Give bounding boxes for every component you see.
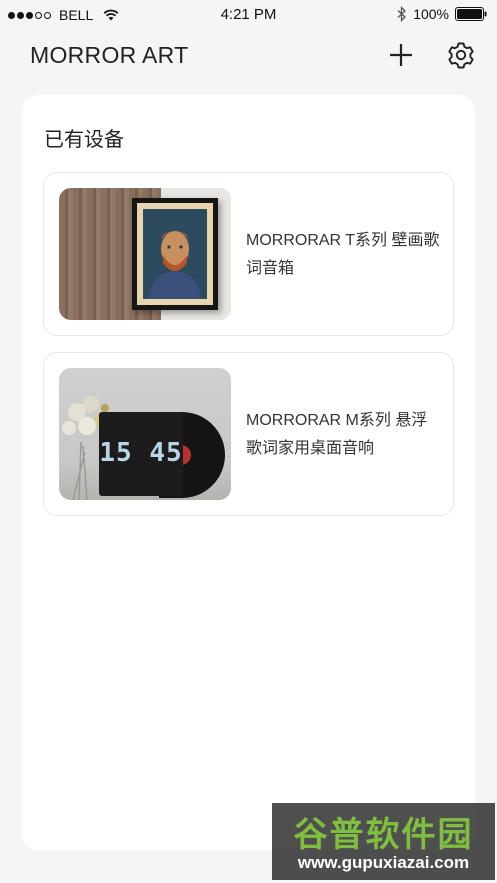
page-title: MORROR ART xyxy=(30,42,189,68)
device-card-t-series[interactable]: MORRORAR T系列 壁画歌词音箱 xyxy=(43,172,454,336)
add-device-button[interactable] xyxy=(386,40,416,70)
battery-percent: 100% xyxy=(413,6,449,22)
picture-frame xyxy=(132,198,218,310)
gear-icon xyxy=(448,42,474,69)
status-right: 100% xyxy=(397,6,487,22)
bluetooth-icon xyxy=(397,6,407,22)
device-thumbnail: 15 45 xyxy=(59,368,231,500)
settings-button[interactable] xyxy=(446,40,476,70)
app-header: MORROR ART xyxy=(0,30,497,80)
device-name: MORRORAR T系列 壁画歌词音箱 xyxy=(246,232,440,277)
status-bar: BELL 4:21 PM 100% xyxy=(0,0,497,30)
plus-icon xyxy=(390,44,412,66)
portrait-painting xyxy=(143,209,207,299)
watermark-title: 谷普软件园 xyxy=(293,815,474,855)
device-thumbnail xyxy=(59,188,231,320)
device-card-m-series[interactable]: 15 45 MORRORAR M系列 悬浮歌词家用桌面音响 xyxy=(43,352,454,516)
section-title: 已有设备 xyxy=(44,129,124,151)
clock-display: 15 45 xyxy=(99,438,183,468)
devices-panel: 已有设备 MORRORAR T系列 壁画歌词音箱 15 45 MORRORAR … xyxy=(22,95,475,850)
watermark-url: www.gupuxiazai.com xyxy=(297,853,470,872)
clock-speaker: 15 45 xyxy=(99,412,183,496)
device-name: MORRORAR M系列 悬浮歌词家用桌面音响 xyxy=(246,412,428,457)
watermark-logo: 谷普软件园 www.gupuxiazai.com xyxy=(272,803,495,880)
battery-icon xyxy=(455,7,487,21)
